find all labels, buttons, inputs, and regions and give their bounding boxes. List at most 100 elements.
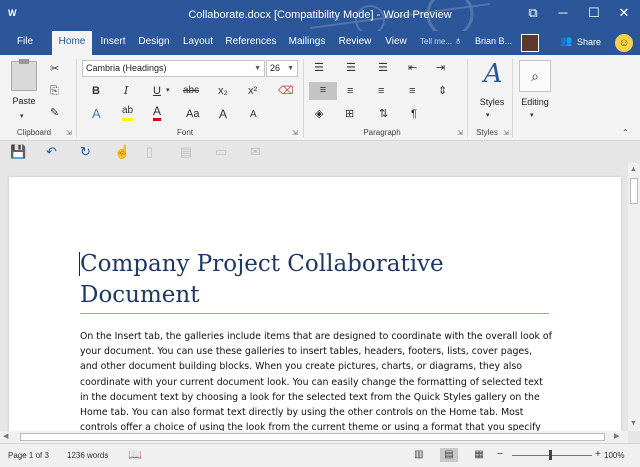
restore-icon[interactable]: ⧉ [526,6,540,20]
chevron-down-icon[interactable]: ▼ [287,61,294,76]
cut-icon[interactable]: ✂ [50,61,59,77]
strikethrough-button[interactable]: abc [183,83,199,99]
bold-button[interactable]: B [92,83,100,99]
open-folder-icon[interactable]: ▭ [215,144,227,160]
sort-icon[interactable]: ⇅ [379,106,388,122]
document-body[interactable]: On the Insert tab, the galleries include… [80,329,552,431]
justify-icon[interactable]: ≡ [409,83,415,99]
save-icon[interactable]: 💾 [10,144,26,160]
underline-button[interactable]: U [153,83,161,99]
paragraph-launcher-icon[interactable]: ⇲ [457,129,463,137]
paste-icon[interactable] [11,59,37,91]
shrink-font-button[interactable]: A [250,107,257,123]
format-painter-icon[interactable]: ✎ [50,105,59,121]
tab-design[interactable]: Design [136,31,172,55]
shading-icon[interactable]: ◈ [315,106,323,122]
tab-review[interactable]: Review [336,31,374,55]
paste-button[interactable]: Paste [6,96,42,106]
tab-view[interactable]: View [381,31,411,55]
align-center-icon[interactable]: ≡ [347,83,353,99]
tab-layout[interactable]: Layout [180,31,216,55]
multilevel-list-icon[interactable]: ☰ [378,60,388,76]
share-people-icon[interactable]: 👥 [560,36,572,47]
borders-icon[interactable]: ⊞ [345,106,354,122]
collapse-ribbon-icon[interactable]: ⌃ [622,125,629,141]
scroll-down-icon[interactable]: ▼ [630,420,637,427]
font-color-button[interactable]: A [153,104,162,121]
tab-references[interactable]: References [224,31,278,55]
print-layout-icon[interactable]: ▤ [440,448,458,462]
clipboard-launcher-icon[interactable]: ⇲ [66,129,72,137]
font-name-combo[interactable]: Cambria (Headings) ▼ [82,60,265,77]
proofing-icon[interactable]: 📖 [128,448,142,461]
document-page[interactable]: Company Project Collaborative Document O… [9,177,621,431]
change-case-button[interactable]: Aa [186,106,199,122]
styles-icon[interactable]: A [479,60,507,88]
line-spacing-icon[interactable]: ⇕ [438,83,447,99]
maximize-icon[interactable]: ☐ [587,6,601,20]
horizontal-scrollbar[interactable]: ◀ ▶ [0,431,628,443]
zoom-out-icon[interactable]: − [497,449,503,460]
avatar[interactable] [521,34,539,52]
document-title[interactable]: Company Project Collaborative Document [80,249,550,311]
lightbulb-icon[interactable]: ♁ [454,35,464,49]
zoom-slider[interactable] [512,455,592,456]
chevron-down-icon[interactable]: ▼ [254,61,261,76]
scroll-left-icon[interactable]: ◀ [3,432,8,440]
editing-button[interactable]: Editing [513,97,557,107]
feedback-smiley-icon[interactable]: ☺ [615,34,633,52]
copy-icon[interactable]: ⎘ [50,83,59,99]
page-count[interactable]: Page 1 of 3 [8,451,49,460]
increase-indent-icon[interactable]: ⇥ [436,60,445,76]
italic-button[interactable]: I [124,83,128,99]
group-divider [467,59,468,137]
share-button[interactable]: Share [577,37,601,47]
tab-home[interactable]: Home [52,31,92,55]
chevron-down-icon[interactable]: ▾ [530,108,534,124]
numbering-icon[interactable]: ☰ [346,60,356,76]
tab-mailings[interactable]: Mailings [285,31,329,55]
chevron-down-icon[interactable]: ▾ [166,83,170,99]
touch-mode-icon[interactable]: ☝ [114,144,130,160]
paste-dropdown-icon[interactable]: ▾ [20,109,24,125]
minimize-icon[interactable]: ─ [556,6,570,20]
font-launcher-icon[interactable]: ⇲ [292,129,298,137]
close-icon[interactable]: ✕ [617,6,631,20]
decrease-indent-icon[interactable]: ⇤ [408,60,417,76]
redo-icon[interactable]: ↻ [80,144,91,160]
show-formatting-button[interactable]: ¶ [411,106,417,122]
zoom-in-icon[interactable]: + [595,449,601,460]
email-icon[interactable]: ✉ [250,144,261,160]
print-preview-icon[interactable]: ▤ [180,144,192,160]
font-size-combo[interactable]: 26 ▼ [266,60,298,77]
align-right-icon[interactable]: ≡ [378,83,384,99]
tell-me-search[interactable]: Tell me... [420,37,452,46]
scroll-right-icon[interactable]: ▶ [614,432,619,440]
user-name[interactable]: Brian B... [475,36,512,46]
grow-font-button[interactable]: A [219,106,227,122]
vertical-scrollbar[interactable]: ▲ ▼ [628,163,640,431]
clear-formatting-icon[interactable]: ⌫ [278,83,294,99]
tab-file[interactable]: File [8,31,42,55]
tab-insert[interactable]: Insert [96,31,130,55]
text-effects-button[interactable]: A [92,106,101,122]
subscript-button[interactable]: x₂ [218,83,228,99]
superscript-button[interactable]: x² [248,83,257,99]
vertical-scroll-thumb[interactable] [630,178,638,204]
align-left-icon[interactable]: ≡ [309,82,337,100]
horizontal-scroll-thumb[interactable] [20,433,605,441]
zoom-level[interactable]: 100% [604,451,624,460]
chevron-down-icon[interactable]: ▾ [486,108,490,124]
highlight-button[interactable]: ab [122,104,134,121]
word-count[interactable]: 1236 words [67,451,108,460]
bullets-icon[interactable]: ☰ [314,60,324,76]
scroll-up-icon[interactable]: ▲ [630,166,637,173]
web-layout-icon[interactable]: ▦ [470,448,488,462]
undo-icon[interactable]: ↶ [46,144,57,160]
read-mode-icon[interactable]: ▥ [410,448,428,462]
binoculars-icon[interactable]: ⌕ [519,60,551,92]
styles-launcher-icon[interactable]: ⇲ [503,129,509,137]
new-document-icon[interactable]: ▯ [146,144,153,160]
styles-button[interactable]: Styles [470,97,514,107]
zoom-slider-thumb[interactable] [549,450,552,460]
